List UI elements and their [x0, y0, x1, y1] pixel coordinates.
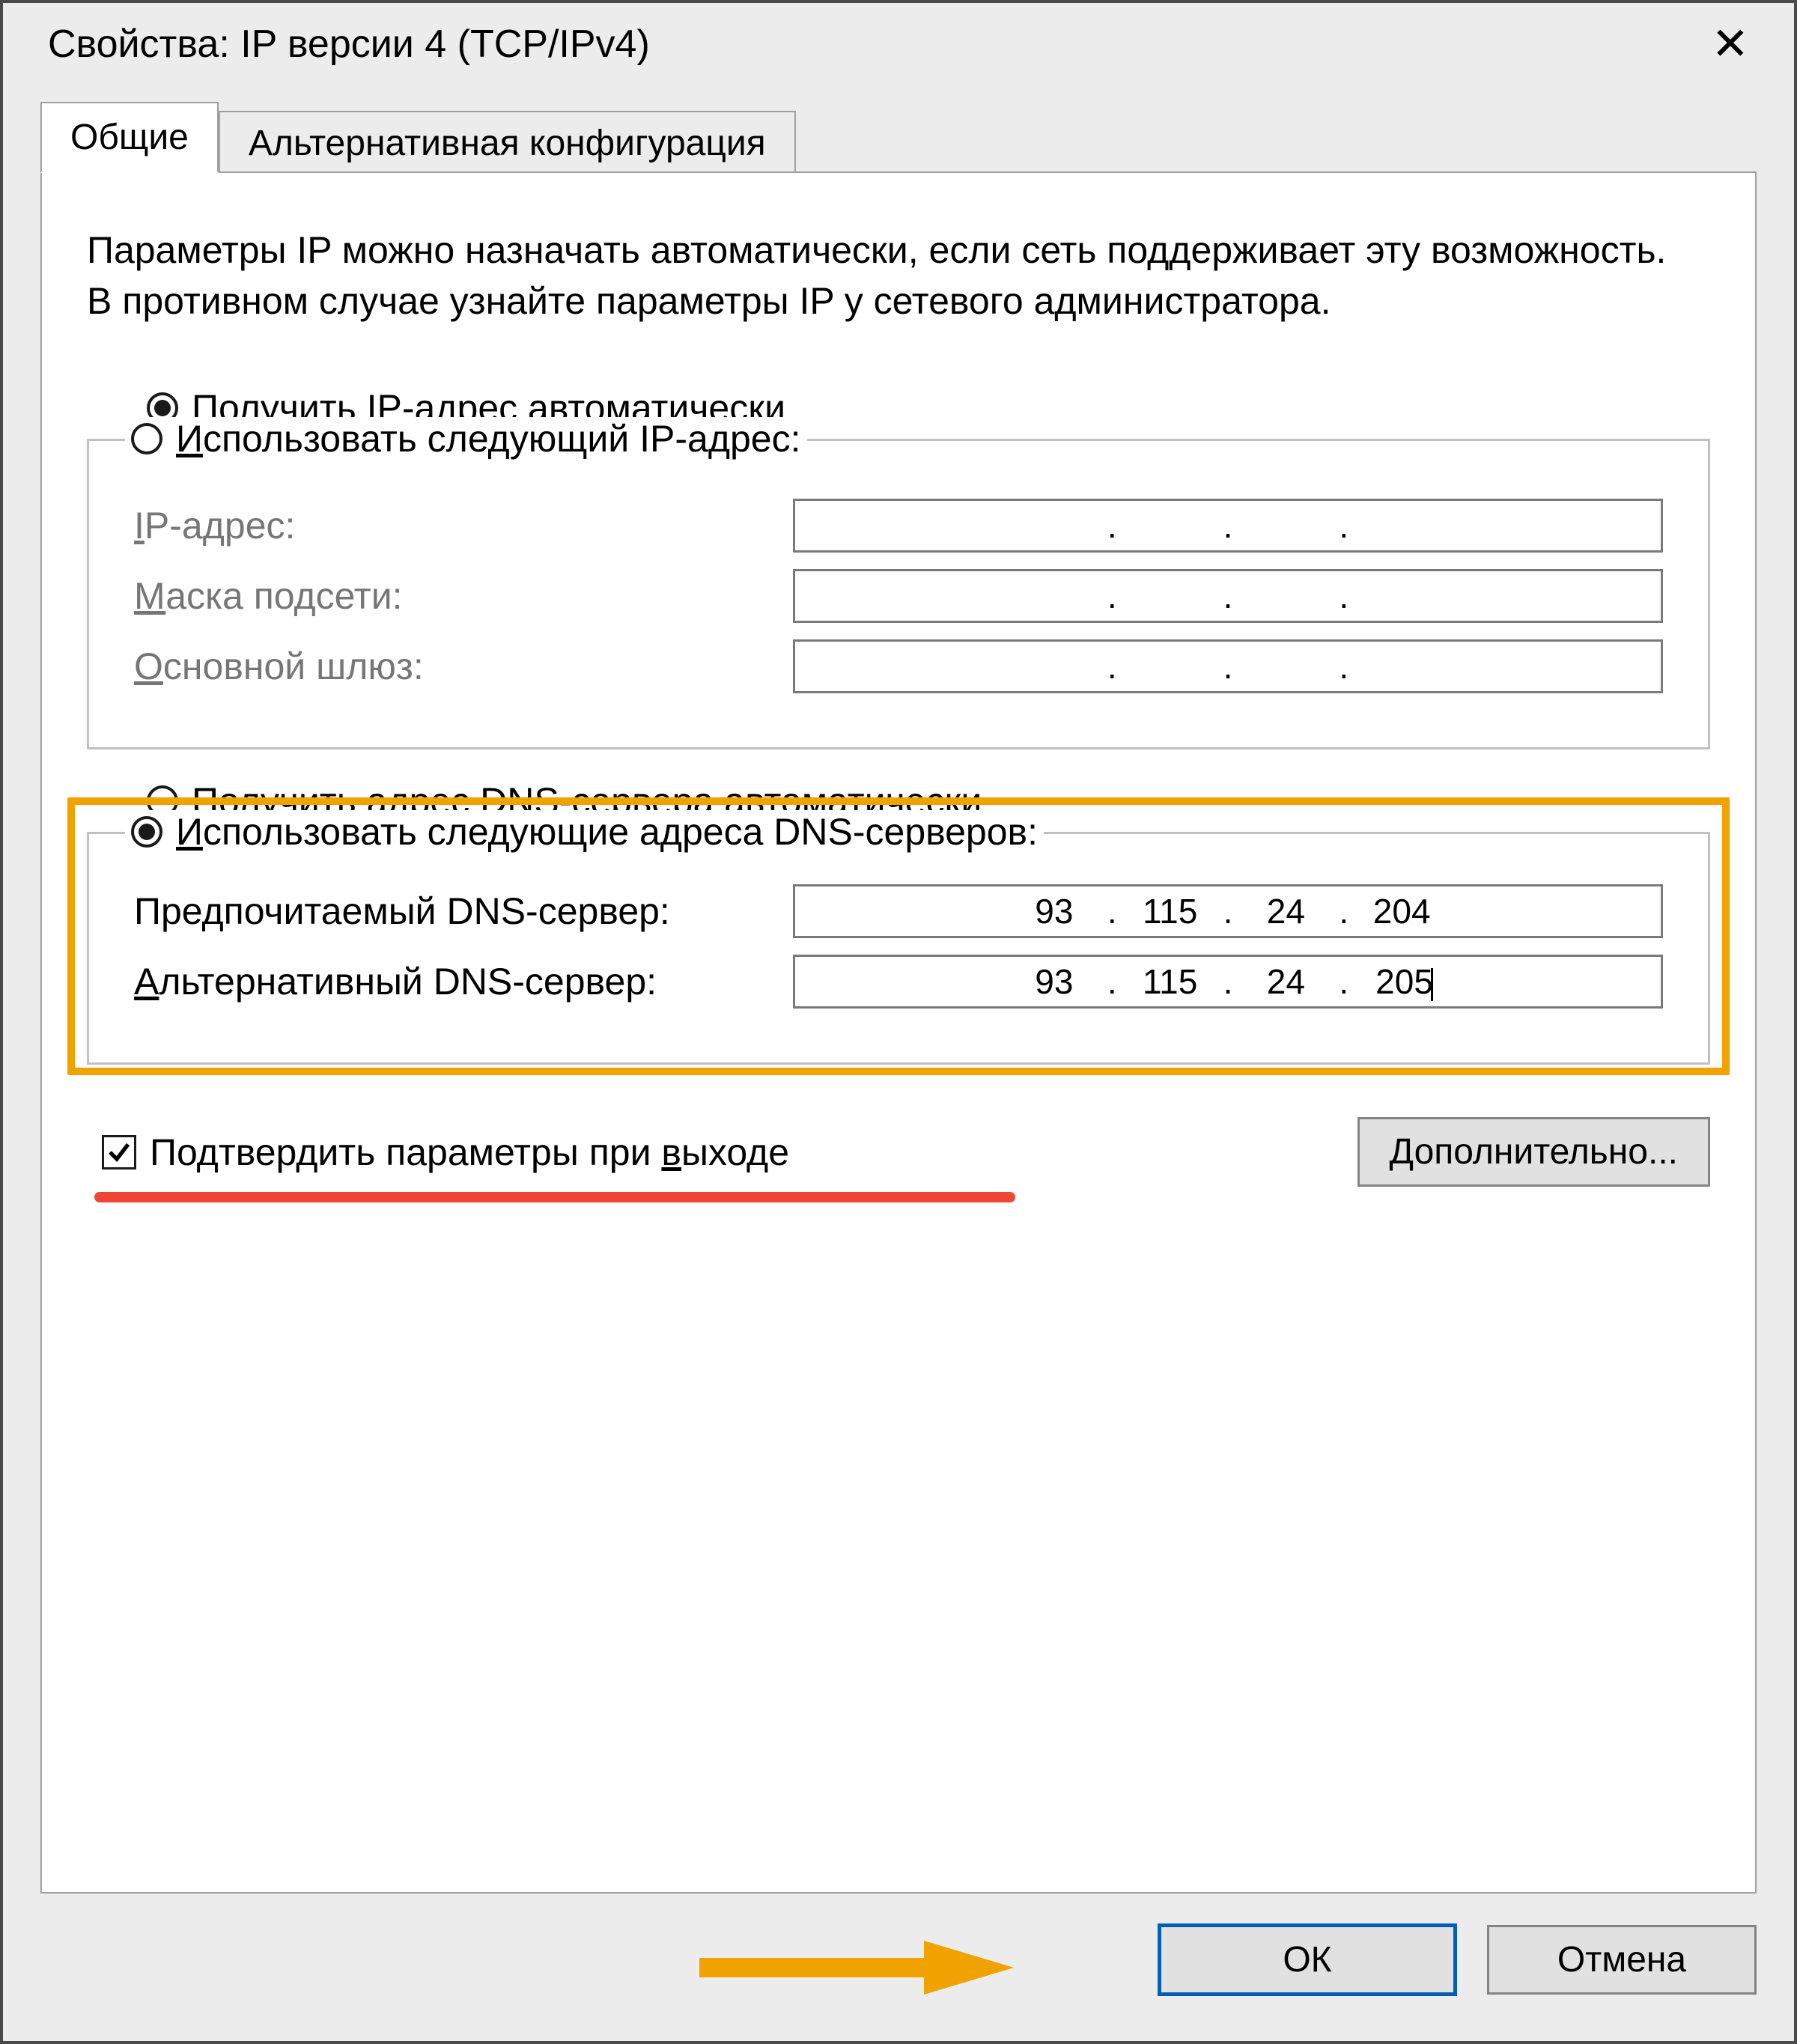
bottom-row: Подтвердить параметры при выходе Дополни… — [87, 1117, 1710, 1187]
tab-strip: Общие Альтернативная конфигурация — [40, 100, 1757, 171]
gateway-row: Основной шлюз: ... — [134, 639, 1663, 693]
pref-dns-row: Предпочитаемый DNS-сервер: 93. 115. 24. … — [134, 884, 1663, 938]
radio-ip-manual[interactable] — [131, 423, 162, 454]
tab-alternate[interactable]: Альтернативная конфигурация — [219, 111, 796, 176]
window-title: Свойства: IP версии 4 (TCP/IPv4) — [48, 22, 650, 67]
subnet-mask-row: Маска подсети: ... — [134, 569, 1663, 623]
footer-buttons: ОК Отмена — [40, 1923, 1757, 1996]
radio-ip-manual-label: Использовать следующий IP-адрес: — [176, 417, 801, 460]
alt-dns-label: Альтернативный DNS-сервер: — [134, 960, 793, 1003]
dns-manual-row: Использовать следующие адреса DNS-сервер… — [125, 810, 1044, 854]
cancel-button[interactable]: Отмена — [1487, 1925, 1757, 1995]
content-area: Общие Альтернативная конфигурация Параме… — [40, 100, 1757, 1894]
general-panel: Параметры IP можно назначать автоматичес… — [40, 171, 1757, 1894]
titlebar: Свойства: IP версии 4 (TCP/IPv4) ✕ — [3, 3, 1794, 93]
tab-general[interactable]: Общие — [40, 102, 219, 173]
checkbox-validate[interactable] — [102, 1135, 136, 1169]
radio-dns-manual-label: Использовать следующие адреса DNS-сервер… — [176, 810, 1038, 854]
ip-group: Использовать следующий IP-адрес: IP-адре… — [87, 439, 1710, 749]
ok-button[interactable]: ОК — [1158, 1923, 1457, 1996]
checkbox-validate-label: Подтвердить параметры при выходе — [150, 1131, 789, 1174]
intro-text: Параметры IP можно назначать автоматичес… — [87, 225, 1710, 326]
alt-dns-row: Альтернативный DNS-сервер: 93. 115. 24. … — [134, 955, 1663, 1009]
check-icon — [106, 1139, 133, 1166]
arrow-annotation — [699, 1937, 1021, 1997]
advanced-button[interactable]: Дополнительно... — [1357, 1117, 1710, 1187]
ip-manual-row: Использовать следующий IP-адрес: — [125, 417, 807, 460]
dns-group: Использовать следующие адреса DNS-сервер… — [87, 832, 1710, 1065]
pref-dns-input[interactable]: 93. 115. 24. 204 — [793, 884, 1663, 938]
subnet-mask-label: Маска подсети: — [134, 574, 793, 618]
gateway-input: ... — [793, 639, 1663, 693]
gateway-label: Основной шлюз: — [134, 645, 793, 688]
ip-address-row: IP-адрес: ... — [134, 499, 1663, 553]
ip-address-input: ... — [793, 499, 1663, 553]
validate-wrap: Подтвердить параметры при выходе — [102, 1131, 789, 1174]
radio-dns-manual[interactable] — [131, 816, 162, 848]
red-underline-annotation — [94, 1192, 1015, 1202]
dialog-window: Свойства: IP версии 4 (TCP/IPv4) ✕ Общие… — [0, 0, 1797, 2044]
close-icon[interactable]: ✕ — [1697, 18, 1764, 70]
ip-address-label: IP-адрес: — [134, 504, 793, 547]
text-cursor-icon — [1431, 968, 1433, 1001]
subnet-mask-input: ... — [793, 569, 1663, 623]
alt-dns-input[interactable]: 93. 115. 24. 205 — [793, 955, 1663, 1009]
pref-dns-label: Предпочитаемый DNS-сервер: — [134, 889, 793, 933]
